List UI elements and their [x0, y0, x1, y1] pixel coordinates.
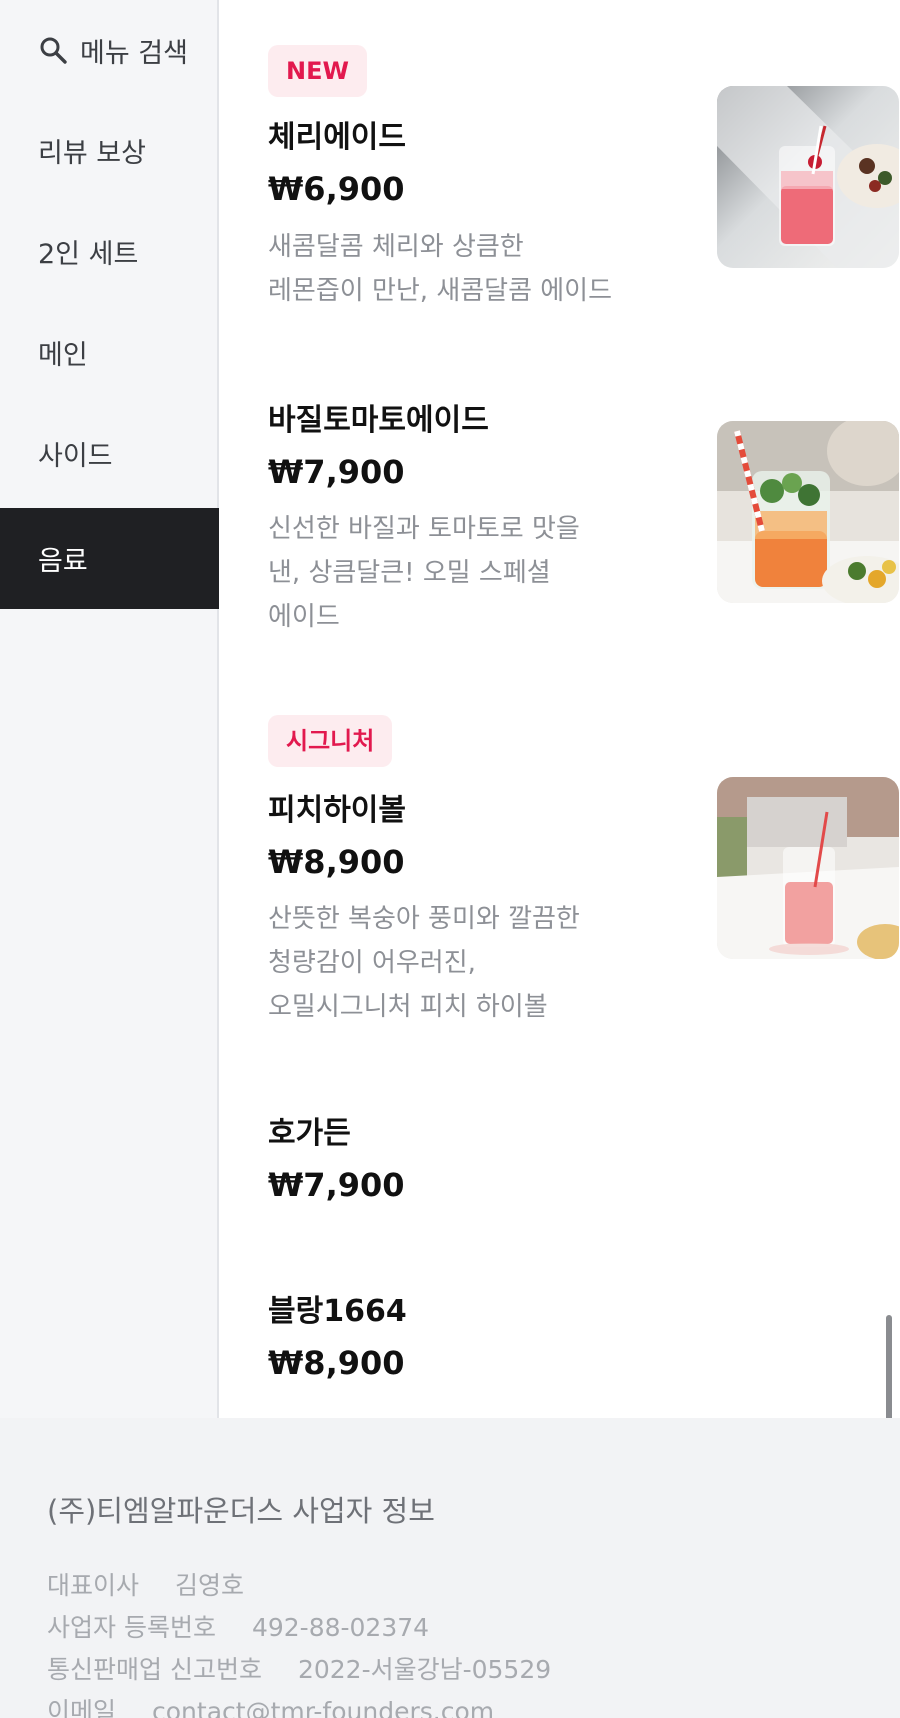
info-label: 대표이사 [47, 1571, 140, 1600]
category-drinks[interactable]: 음료 [0, 508, 219, 609]
category-label: 사이드 [38, 441, 113, 472]
info-label: 이메일 [47, 1697, 117, 1718]
category-side[interactable]: 사이드 [0, 403, 219, 504]
category-two-person-set[interactable]: 2인 세트 [0, 201, 219, 302]
info-value: 492-88-02374 [251, 1613, 430, 1642]
info-row-email: 이메일 contact@tmr-founders.com [47, 1692, 494, 1718]
category-label: 2인 세트 [38, 239, 139, 270]
search-icon [38, 35, 68, 65]
info-value: 김영호 [175, 1571, 245, 1600]
menu-search-button[interactable]: 메뉴 검색 [38, 30, 188, 70]
menu-list: NEW 체리에이드 ₩6,900 새콤달콤 체리와 상큼한 레몬즙이 만난, 새… [221, 0, 900, 1418]
info-row-business-number: 사업자 등록번호 492-88-02374 [47, 1608, 429, 1644]
info-value: 2022-서울강남-05529 [297, 1655, 552, 1684]
info-value[interactable]: contact@tmr-founders.com [152, 1697, 494, 1718]
category-sidebar: 메뉴 검색 리뷰 보상 2인 세트 메인 사이드 음료 [0, 0, 219, 1418]
menu-item-name: 블랑1664 [268, 1294, 407, 1329]
footer-title: (주)티엠알파운더스 사업자 정보 [47, 1494, 435, 1528]
category-main[interactable]: 메인 [0, 302, 219, 403]
category-review-reward[interactable]: 리뷰 보상 [0, 100, 219, 201]
menu-item-blanc-1664[interactable]: 블랑1664 ₩8,900 [268, 0, 868, 1400]
info-label: 사업자 등록번호 [47, 1613, 216, 1642]
info-label: 통신판매업 신고번호 [47, 1655, 262, 1684]
business-info-footer: (주)티엠알파운더스 사업자 정보 대표이사 김영호 사업자 등록번호 492-88… [0, 1418, 900, 1718]
info-row-mail-order-number: 통신판매업 신고번호 2022-서울강남-05529 [47, 1650, 551, 1686]
category-label: 음료 [38, 546, 88, 577]
menu-item-price: ₩8,900 [268, 1344, 405, 1382]
category-label: 메인 [38, 340, 88, 371]
info-row-ceo: 대표이사 김영호 [47, 1566, 244, 1602]
search-label: 메뉴 검색 [80, 37, 188, 69]
category-label: 리뷰 보상 [38, 138, 146, 169]
